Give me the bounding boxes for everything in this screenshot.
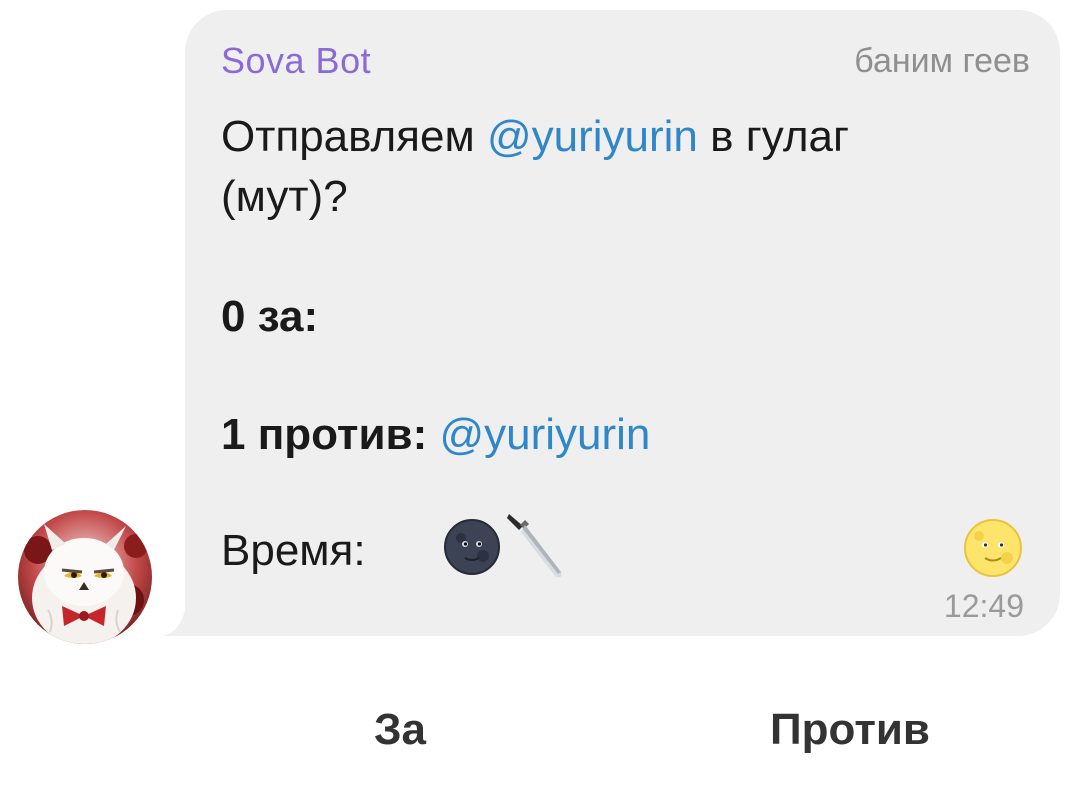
owl-avatar-icon <box>18 510 152 644</box>
message-text: в гулаг <box>697 112 850 161</box>
vote-against-button[interactable]: Против <box>730 690 970 770</box>
voter-mention-link[interactable]: @yuriyurin <box>439 410 650 459</box>
full-moon-face-icon <box>964 519 1022 577</box>
message-line-2: (мут)? <box>221 172 348 221</box>
votes-against-count: 1 против: <box>221 410 428 459</box>
message-timestamp: 12:49 <box>943 588 1024 624</box>
sender-avatar[interactable] <box>18 510 152 644</box>
message-text: Отправляем <box>221 112 487 161</box>
message-bubble[interactable]: Sova Bot баним геев Отправляем @yuriyuri… <box>185 10 1060 636</box>
new-moon-face-icon <box>444 519 500 575</box>
time-label: Время: <box>221 526 366 575</box>
message-line-1: Отправляем @yuriyurin в гулаг <box>221 108 849 166</box>
knife-icon <box>507 514 562 578</box>
votes-against-line: 1 против: @yuriyurin <box>221 406 650 464</box>
chat-tag: баним геев <box>854 42 1030 80</box>
votes-for-count: 0 за: <box>221 292 319 341</box>
vote-for-button[interactable]: За <box>300 690 500 770</box>
sender-name[interactable]: Sova Bot <box>221 40 371 82</box>
chat-view: Sova Bot баним геев Отправляем @yuriyuri… <box>0 0 1080 800</box>
user-mention-link[interactable]: @yuriyurin <box>487 112 698 161</box>
